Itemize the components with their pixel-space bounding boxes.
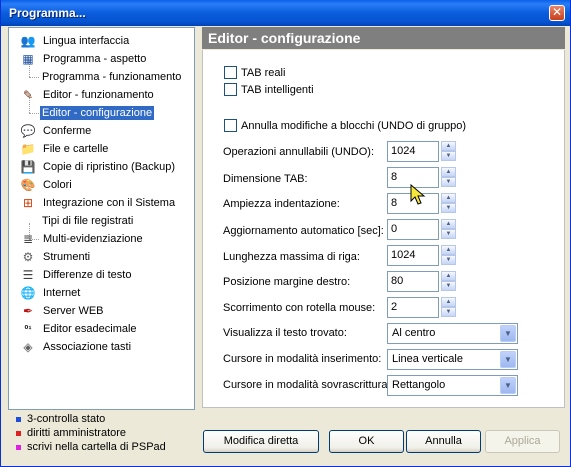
- speech-bubble-icon: 💬: [20, 124, 36, 138]
- spin-down-button[interactable]: ▼: [441, 151, 456, 161]
- gear-icon: ⚙: [22, 250, 34, 264]
- max-line-length-input[interactable]: 1024: [387, 245, 439, 266]
- tree-item-editor-configurazione[interactable]: Editor - configurazione: [40, 104, 155, 122]
- field-label: Visualizza il testo trovato:: [223, 327, 347, 339]
- annulla-blocchi-checkbox[interactable]: Annulla modifiche a blocchi (UNDO di gru…: [224, 119, 466, 132]
- settings-panel: TAB reali TAB intelligenti Annulla modif…: [202, 50, 565, 408]
- right-margin-spinner[interactable]: 80 ▲ ▼: [387, 271, 456, 292]
- mouse-pointer-icon: [410, 184, 426, 205]
- spin-down-button[interactable]: ▼: [441, 203, 456, 213]
- spin-up-button[interactable]: ▲: [441, 245, 456, 255]
- tree-item-differenze-testo[interactable]: ☰ Differenze di testo: [20, 266, 133, 284]
- modifica-diretta-button[interactable]: Modifica diretta: [203, 430, 319, 453]
- folder-icon: 📁: [20, 142, 36, 156]
- spin-down-button[interactable]: ▼: [441, 307, 456, 317]
- tab-reali-checkbox[interactable]: TAB reali: [224, 66, 285, 79]
- cancel-button[interactable]: Annulla: [406, 430, 481, 453]
- field-label: Dimensione TAB:: [223, 173, 308, 185]
- legend-item: diritti amministratore: [8, 426, 195, 440]
- field-label: Ampiezza indentazione:: [223, 198, 340, 210]
- tree-item-copie-ripristino[interactable]: 💾 Copie di ripristino (Backup): [20, 158, 177, 176]
- legend-swatch: [16, 444, 21, 450]
- tab-intelligenti-checkbox[interactable]: TAB intelligenti: [224, 83, 314, 96]
- apply-button[interactable]: Applica: [485, 430, 560, 453]
- tree-item-file-e-cartelle[interactable]: 📁 File e cartelle: [20, 140, 110, 158]
- undo-ops-spinner[interactable]: 1024 ▲ ▼: [387, 141, 456, 162]
- window-layout-icon: ▦: [22, 52, 34, 66]
- tree-item-multi-evidenziazione[interactable]: ≣ Multi-evidenziazione: [20, 230, 145, 248]
- spin-up-button[interactable]: ▲: [441, 297, 456, 307]
- field-label: Lunghezza massima di riga:: [223, 251, 360, 263]
- windows-logo-icon: ⊞: [22, 196, 34, 210]
- spin-up-button[interactable]: ▲: [441, 193, 456, 203]
- field-label: Operazioni annullabili (UNDO):: [223, 146, 375, 158]
- max-line-length-spinner[interactable]: 1024 ▲ ▼: [387, 245, 456, 266]
- undo-ops-input[interactable]: 1024: [387, 141, 439, 162]
- tree-item-conferme[interactable]: 💬 Conferme: [20, 122, 93, 140]
- spin-down-button[interactable]: ▼: [441, 255, 456, 265]
- spin-down-button[interactable]: ▼: [441, 229, 456, 239]
- floppy-disk-icon: 💾: [20, 160, 36, 174]
- list-lines-icon: ≣: [22, 232, 34, 246]
- checkbox-box[interactable]: [224, 66, 237, 79]
- tree-item-internet[interactable]: 🌐 Internet: [20, 284, 82, 302]
- checkbox-box[interactable]: [224, 83, 237, 96]
- tree-item-tipi-file-registrati[interactable]: Tipi di file registrati: [40, 212, 135, 230]
- tree-item-lingua-interfaccia[interactable]: 👥 Lingua interfaccia: [20, 32, 131, 50]
- field-label: Cursore in modalità sovrascrittura:: [223, 379, 391, 391]
- globe-icon: 🌐: [20, 286, 36, 300]
- field-label: Scorrimento con rotella mouse:: [223, 302, 376, 314]
- legend-item: 3-controlla stato: [8, 412, 195, 426]
- right-margin-input[interactable]: 80: [387, 271, 439, 292]
- chevron-down-icon[interactable]: ▼: [500, 351, 516, 368]
- spin-down-button[interactable]: ▼: [441, 177, 456, 187]
- spin-up-button[interactable]: ▲: [441, 141, 456, 151]
- chevron-down-icon[interactable]: ▼: [500, 377, 516, 394]
- spin-down-button[interactable]: ▼: [441, 281, 456, 291]
- spin-up-button[interactable]: ▲: [441, 271, 456, 281]
- overwrite-cursor-select[interactable]: Rettangolo ▼: [387, 375, 518, 396]
- found-text-select[interactable]: Al centro ▼: [387, 323, 518, 344]
- tree-item-server-web[interactable]: ✒ Server WEB: [20, 302, 106, 320]
- auto-update-input[interactable]: 0: [387, 219, 439, 240]
- legend-swatch: [16, 416, 21, 422]
- tree-item-integrazione-sistema[interactable]: ⊞ Integrazione con il Sistema: [20, 194, 177, 212]
- panel-title: Editor - configurazione: [202, 27, 565, 49]
- palette-icon: 🎨: [20, 178, 36, 192]
- options-dialog: Programma... ✕ 👥 Lingua interfaccia ▦ Prog…: [0, 0, 571, 467]
- spin-up-button[interactable]: ▲: [441, 167, 456, 177]
- field-label: Posizione margine destro:: [223, 276, 351, 288]
- binary-icon: ⁰¹: [24, 323, 32, 334]
- auto-update-spinner[interactable]: 0 ▲ ▼: [387, 219, 456, 240]
- wheel-scroll-input[interactable]: 2: [387, 297, 439, 318]
- feather-icon: ✒: [22, 304, 34, 318]
- tree-item-programma-aspetto[interactable]: ▦ Programma - aspetto: [20, 50, 148, 68]
- field-label: Cursore in modalità inserimento:: [223, 353, 382, 365]
- key-diamond-icon: ◈: [23, 340, 33, 354]
- people-icon: 👥: [20, 34, 36, 48]
- pencil-icon: ✎: [22, 88, 34, 102]
- insert-cursor-select[interactable]: Linea verticale ▼: [387, 349, 518, 370]
- legend-swatch: [16, 430, 21, 436]
- spin-up-button[interactable]: ▲: [441, 219, 456, 229]
- wheel-scroll-spinner[interactable]: 2 ▲ ▼: [387, 297, 456, 318]
- tree-item-strumenti[interactable]: ⚙ Strumenti: [20, 248, 92, 266]
- field-label: Aggiornamento automatico [sec]:: [223, 225, 384, 237]
- ok-button[interactable]: OK: [329, 430, 404, 453]
- chevron-down-icon[interactable]: ▼: [500, 325, 516, 342]
- close-button[interactable]: ✕: [549, 5, 565, 21]
- legend-item: scrivi nella cartella di PSPad: [8, 440, 195, 454]
- window-title: Programma...: [9, 6, 86, 20]
- tree-item-editor-esadecimale[interactable]: ⁰¹ Editor esadecimale: [20, 320, 139, 338]
- tree-item-programma-funzionamento[interactable]: Programma - funzionamento: [40, 68, 183, 86]
- settings-tree: 👥 Lingua interfaccia ▦ Programma - aspetto…: [8, 27, 195, 410]
- checkbox-box[interactable]: [224, 119, 237, 132]
- document-compare-icon: ☰: [22, 268, 34, 282]
- title-bar[interactable]: Programma... ✕: [1, 0, 570, 26]
- legend: 3-controlla stato diritti amministratore…: [8, 412, 195, 454]
- tree-item-colori[interactable]: 🎨 Colori: [20, 176, 74, 194]
- tree-item-editor-funzionamento[interactable]: ✎ Editor - funzionamento: [20, 86, 156, 104]
- tree-item-associazione-tasti[interactable]: ◈ Associazione tasti: [20, 338, 133, 356]
